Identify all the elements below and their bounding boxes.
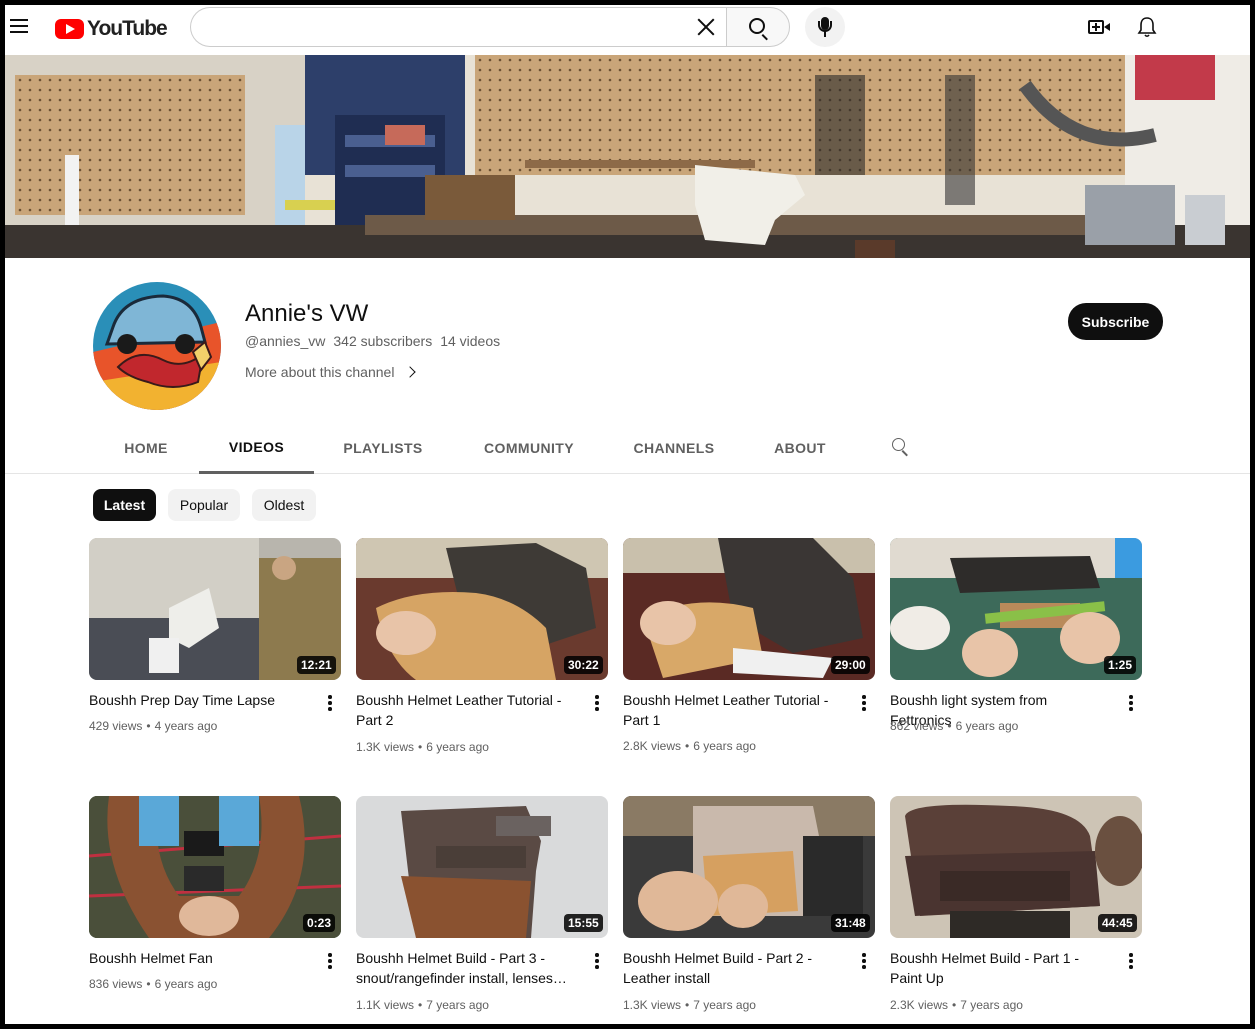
voice-search-button[interactable] <box>805 7 845 47</box>
video-views: 429 views <box>89 719 143 733</box>
more-options-icon[interactable] <box>1126 695 1136 713</box>
video-meta: 1.3K views • 7 years ago <box>623 998 756 1012</box>
video-views: 1.1K views <box>356 998 415 1012</box>
channel-search-icon[interactable] <box>892 438 910 457</box>
more-options-icon[interactable] <box>325 953 335 971</box>
video-views: 2.3K views <box>890 998 949 1012</box>
more-options-icon[interactable] <box>325 695 335 713</box>
more-options-icon[interactable] <box>859 953 869 971</box>
channel-stats: @annies_vw 342 subscribers 14 videos <box>245 333 508 349</box>
video-duration: 15:55 <box>564 914 603 932</box>
video-duration: 44:45 <box>1098 914 1137 932</box>
video-duration: 0:23 <box>303 914 336 932</box>
video-meta: 2.3K views • 7 years ago <box>890 998 1023 1012</box>
video-title[interactable]: Boushh Helmet Fan <box>89 948 311 968</box>
search-icon <box>749 18 765 34</box>
tab-videos[interactable]: VIDEOS <box>199 423 314 474</box>
youtube-play-icon <box>55 19 84 39</box>
clear-search-icon[interactable] <box>695 16 717 38</box>
video-duration: 29:00 <box>831 656 870 674</box>
video-meta: 862 views • 6 years ago <box>890 719 1019 733</box>
subscribe-button[interactable]: Subscribe <box>1068 303 1163 340</box>
chip-popular[interactable]: Popular <box>168 489 240 521</box>
more-about-label: More about this channel <box>245 364 395 380</box>
search-input[interactable] <box>190 7 727 47</box>
video-count: 14 videos <box>440 333 501 349</box>
video-meta: 2.8K views • 6 years ago <box>623 739 756 753</box>
video-title[interactable]: Boushh Helmet Leather Tutorial - Part 1 <box>623 690 845 730</box>
video-views: 862 views <box>890 719 944 733</box>
more-options-icon[interactable] <box>859 695 869 713</box>
video-age: 6 years ago <box>955 719 1019 733</box>
channel-tabs: HOME VIDEOS PLAYLISTS COMMUNITY CHANNELS… <box>5 423 1250 474</box>
more-options-icon[interactable] <box>1126 953 1136 971</box>
chevron-right-icon <box>404 366 417 378</box>
search-button[interactable] <box>726 7 790 47</box>
youtube-window: YouTube Annie's VW @annies_vw 342 subscr… <box>5 5 1250 1024</box>
video-age: 6 years ago <box>154 977 218 991</box>
video-duration: 31:48 <box>831 914 870 932</box>
video-meta: 1.3K views • 6 years ago <box>356 740 489 754</box>
video-duration: 1:25 <box>1104 656 1137 674</box>
menu-icon[interactable] <box>10 19 28 33</box>
tab-playlists[interactable]: PLAYLISTS <box>330 423 436 473</box>
video-views: 836 views <box>89 977 143 991</box>
more-about-channel-link[interactable]: More about this channel <box>245 364 417 380</box>
video-age: 7 years ago <box>960 998 1023 1012</box>
video-age: 6 years ago <box>693 739 756 753</box>
youtube-logo[interactable]: YouTube <box>55 17 168 41</box>
video-duration: 30:22 <box>564 656 603 674</box>
video-age: 4 years ago <box>154 719 218 733</box>
tab-home[interactable]: HOME <box>105 423 187 473</box>
chip-oldest[interactable]: Oldest <box>252 489 316 521</box>
video-title[interactable]: Boushh Helmet Build - Part 2 - Leather i… <box>623 948 845 988</box>
video-title[interactable]: Boushh Helmet Build - Part 1 - Paint Up <box>890 948 1112 988</box>
channel-handle: @annies_vw <box>245 333 326 349</box>
video-meta: 1.1K views • 7 years ago <box>356 998 489 1012</box>
subscriber-count: 342 subscribers <box>333 333 433 349</box>
tab-community[interactable]: COMMUNITY <box>469 423 589 473</box>
create-video-icon[interactable] <box>1088 18 1110 36</box>
video-views: 1.3K views <box>356 740 415 754</box>
video-title[interactable]: Boushh Prep Day Time Lapse <box>89 690 311 710</box>
video-views: 1.3K views <box>623 998 682 1012</box>
more-options-icon[interactable] <box>592 953 602 971</box>
channel-avatar[interactable] <box>93 282 221 410</box>
top-bar: YouTube <box>5 5 1250 55</box>
channel-banner <box>5 55 1250 258</box>
channel-name: Annie's VW <box>245 300 369 327</box>
video-meta: 429 views • 4 years ago <box>89 719 218 733</box>
video-age: 6 years ago <box>426 740 489 754</box>
video-age: 7 years ago <box>426 998 489 1012</box>
video-age: 7 years ago <box>693 998 756 1012</box>
chip-latest[interactable]: Latest <box>93 489 156 521</box>
notifications-icon[interactable] <box>1137 16 1157 38</box>
more-options-icon[interactable] <box>592 695 602 713</box>
tab-about[interactable]: ABOUT <box>762 423 838 473</box>
video-title[interactable]: Boushh Helmet Leather Tutorial - Part 2 <box>356 690 578 730</box>
video-views: 2.8K views <box>623 739 682 753</box>
video-title[interactable]: Boushh Helmet Build - Part 3 - snout/ran… <box>356 948 578 988</box>
video-duration: 12:21 <box>297 656 336 674</box>
video-meta: 836 views • 6 years ago <box>89 977 218 991</box>
logo-text: YouTube <box>87 17 168 40</box>
tab-channels[interactable]: CHANNELS <box>621 423 727 473</box>
